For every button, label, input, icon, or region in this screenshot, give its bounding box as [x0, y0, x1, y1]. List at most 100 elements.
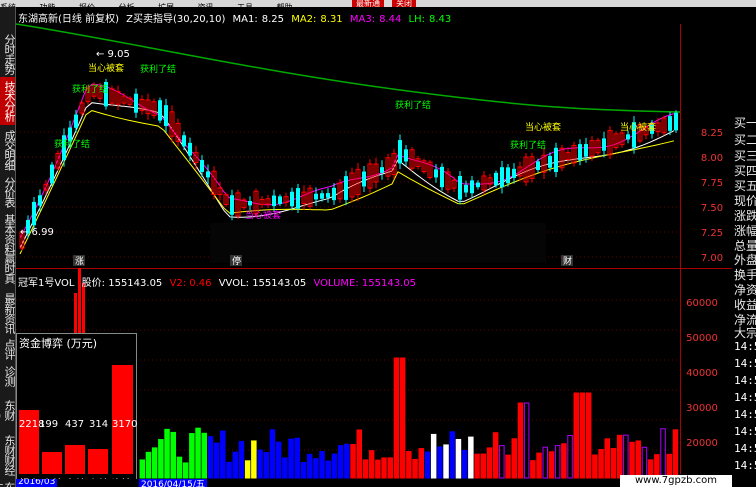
- volume-bar: [164, 428, 170, 479]
- volume-v2: V2: 0.46: [169, 278, 212, 289]
- candle-body: [200, 160, 204, 172]
- candle-body: [398, 140, 402, 164]
- candle-body: [668, 116, 672, 131]
- signal-label: 获利了结: [140, 63, 176, 75]
- candle-body: [332, 187, 336, 201]
- trade-time: 14:5: [734, 374, 756, 387]
- candle-body: [164, 105, 168, 127]
- price-tick: 7.50: [701, 203, 723, 214]
- volume-bar: [375, 459, 381, 479]
- volume-bar: [300, 462, 307, 479]
- volume-bar: [189, 433, 195, 479]
- candle-body: [74, 114, 78, 128]
- volume-bar: [486, 447, 493, 479]
- fund-value-large: 199: [39, 419, 59, 430]
- volume-bar: [350, 444, 356, 479]
- candle-body: [500, 167, 504, 188]
- volume-bar: [480, 453, 486, 479]
- volume-bar: [393, 357, 400, 479]
- candle-body: [464, 184, 468, 193]
- high-marker: ← 9.05: [96, 49, 130, 60]
- volume-bar: [238, 440, 245, 479]
- quote-label-bid2: 买二: [734, 133, 756, 147]
- axis-divider: [680, 24, 681, 474]
- volume-bar: [579, 392, 586, 479]
- candle-body: [584, 144, 588, 157]
- volume-bar: [381, 457, 387, 479]
- volume-bar: [660, 428, 666, 479]
- volume-bar: [368, 450, 375, 479]
- volume-bar: [412, 458, 418, 479]
- candle-body: [506, 167, 510, 184]
- candle-body: [470, 180, 474, 194]
- signal-label: 获利了结: [395, 99, 431, 111]
- volume-bar: [548, 451, 555, 479]
- candle-body: [38, 195, 42, 206]
- volume-bar: [244, 460, 251, 479]
- volume-bar: [530, 460, 536, 479]
- signal-label: 当心被套: [245, 209, 281, 221]
- volume-bar: [275, 441, 282, 479]
- volume-bar: [443, 444, 449, 479]
- volume-bar: [139, 459, 145, 479]
- volume-bar: [511, 438, 517, 479]
- watermark: www.7gpzb.com: [620, 475, 732, 487]
- volume-bar: [313, 458, 319, 479]
- volume-bar: [424, 451, 431, 479]
- volume-bar: [263, 452, 269, 479]
- volume-bar: [474, 453, 480, 479]
- volume-bar: [430, 433, 437, 479]
- volume-bar: [269, 429, 276, 479]
- volume-bar: [517, 402, 524, 479]
- volume-bar: [182, 462, 189, 479]
- volume-bar: [232, 451, 238, 479]
- volume-bar: [641, 446, 648, 479]
- volume-bar: [461, 449, 468, 479]
- volume-bar: [306, 453, 313, 479]
- volume-bar: [337, 445, 344, 479]
- volume-bar: [158, 439, 164, 479]
- candle-body: [554, 147, 558, 173]
- signal-label: 当心被套: [88, 62, 124, 74]
- volume-bar: [567, 434, 573, 479]
- signal-label: 获利了结: [72, 83, 108, 95]
- volume-bar: [282, 457, 288, 479]
- fund-value-net: 3170: [112, 419, 138, 430]
- volume-bar: [331, 453, 338, 479]
- quote-label-block: 大宗: [734, 326, 756, 340]
- volume-bar: [573, 392, 579, 479]
- candle-body: [458, 175, 462, 200]
- volume-bar: [585, 392, 592, 479]
- date-label: 2016/03: [16, 479, 58, 487]
- panel-divider: [16, 268, 732, 269]
- volume-bar: [220, 430, 226, 479]
- fund-bar-large: [42, 452, 62, 474]
- volume-bar: [492, 432, 499, 479]
- volume-bar: [672, 429, 679, 479]
- event-tag: 财: [563, 255, 572, 267]
- fund-flow-panel: 资金博弈 (万元) 2218 199 437 314 3170 超大 大单 中单…: [16, 333, 137, 487]
- volume-bar: [592, 454, 598, 479]
- volume-bar: [170, 431, 176, 479]
- candle-body: [320, 193, 324, 199]
- trade-time: 14:5: [734, 340, 756, 353]
- volume-bar: [399, 357, 406, 479]
- volume-bar: [213, 442, 220, 479]
- candle-body: [230, 195, 234, 215]
- price-axis: 8.25 8.00 7.75 7.50 7.25 7.00: [701, 128, 723, 264]
- volume-bar: [542, 446, 548, 479]
- candle-body: [272, 195, 276, 207]
- price-tick: 7.25: [701, 228, 723, 239]
- volume-bar: [505, 454, 511, 479]
- trade-time: 14:5: [734, 425, 756, 438]
- volume-bar: [226, 461, 232, 479]
- candle-body: [626, 134, 630, 140]
- volume-tick: 20000: [686, 438, 718, 449]
- candle-body: [380, 167, 384, 173]
- overlay-block: [210, 223, 546, 263]
- volume-bar: [387, 457, 393, 479]
- volume-price: 股价: 155143.05: [81, 278, 163, 289]
- volume-bar: [319, 451, 325, 479]
- signal-label: 获利了结: [510, 139, 546, 151]
- trade-time: 14:5: [734, 408, 756, 421]
